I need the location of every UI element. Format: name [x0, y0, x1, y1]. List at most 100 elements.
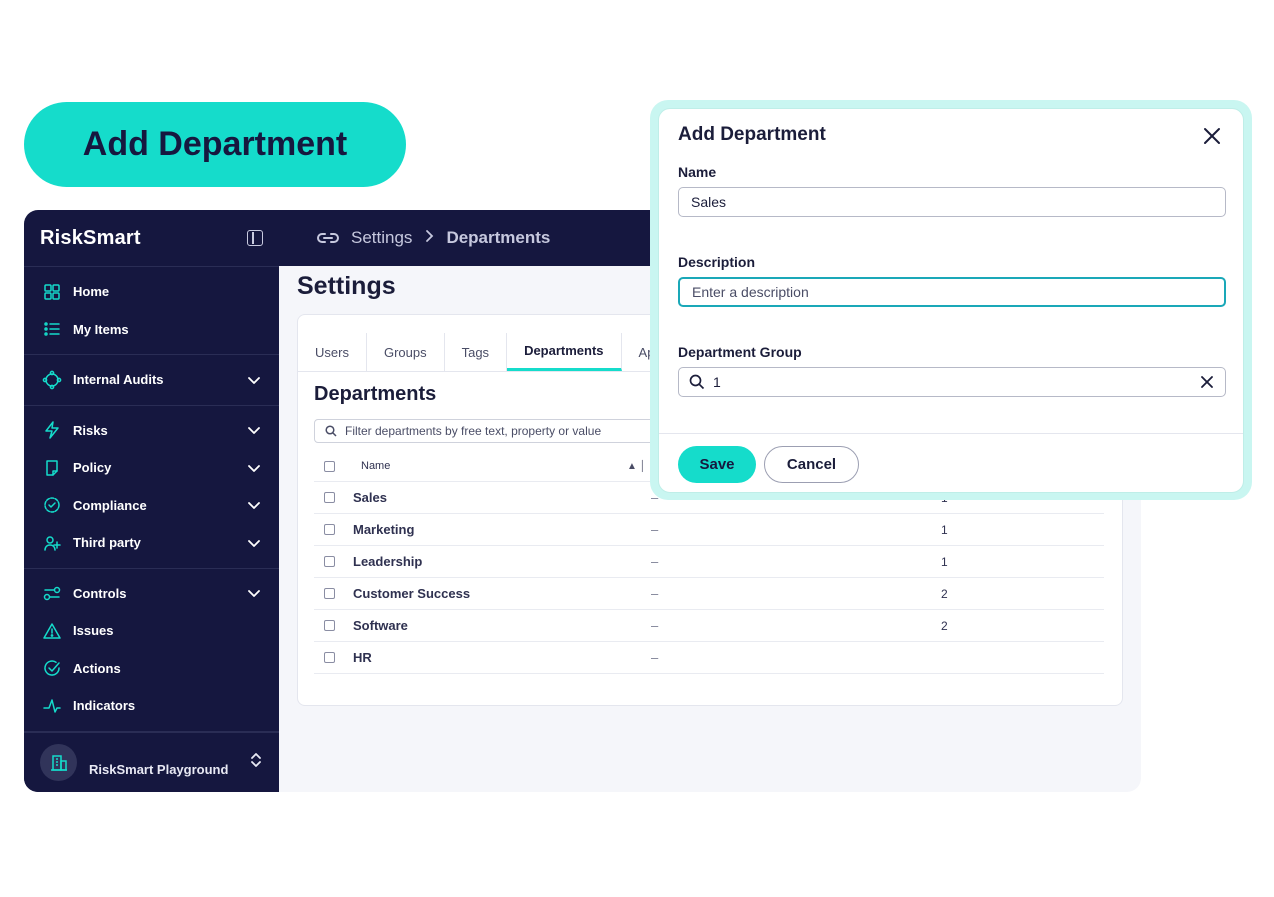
department-description: –: [651, 618, 659, 633]
sidebar-item-actions[interactable]: Actions: [24, 650, 279, 688]
audit-icon: [42, 370, 62, 390]
department-name[interactable]: Leadership: [353, 554, 651, 569]
department-name[interactable]: Marketing: [353, 522, 651, 537]
grid-icon: [42, 282, 62, 302]
sidebar-item-label: Risks: [73, 422, 108, 438]
check-badge-icon: [42, 495, 62, 515]
chevron-down-icon[interactable]: [247, 373, 261, 387]
sidebar-collapse-icon[interactable]: [247, 230, 263, 246]
headline-text: Add Department: [82, 125, 348, 163]
departments-title: Departments: [314, 383, 437, 405]
sidebar-item-label: Third party: [73, 535, 141, 551]
sidebar-item-label: Actions: [73, 660, 121, 676]
select-all-checkbox[interactable]: [324, 460, 335, 472]
chevron-right-icon: [424, 228, 434, 248]
breadcrumb-current: Departments: [446, 228, 551, 247]
row-checkbox[interactable]: [324, 620, 335, 631]
sidebar-item-compliance[interactable]: Compliance: [24, 487, 279, 525]
table-row[interactable]: Customer Success – 2: [314, 578, 1104, 610]
department-description: –: [651, 586, 659, 601]
tab-tags[interactable]: Tags: [445, 333, 508, 371]
cancel-button[interactable]: Cancel: [764, 446, 859, 483]
department-group-select[interactable]: 1: [678, 367, 1226, 397]
row-checkbox[interactable]: [324, 524, 335, 535]
sidebar-item-internal-audits[interactable]: Internal Audits: [24, 361, 279, 399]
sidebar-item-policy[interactable]: Policy: [24, 449, 279, 487]
sidebar-item-label: My Items: [73, 321, 129, 337]
sidebar-item-controls[interactable]: Controls: [24, 575, 279, 613]
row-checkbox[interactable]: [324, 492, 335, 503]
sidebar-item-label: Compliance: [73, 497, 147, 513]
tab-departments[interactable]: Departments: [507, 333, 622, 371]
org-switcher[interactable]: RiskSmart Playground: [24, 732, 279, 792]
warning-icon: [42, 621, 62, 641]
column-name[interactable]: Name: [353, 460, 627, 472]
pulse-icon: [42, 696, 62, 716]
sidebar-item-issues[interactable]: Issues: [24, 612, 279, 650]
tab-users[interactable]: Users: [298, 333, 367, 371]
name-label: Name: [678, 164, 717, 180]
department-count: 1: [941, 554, 948, 569]
description-label: Description: [678, 254, 756, 270]
department-count: 2: [941, 618, 948, 633]
department-name[interactable]: HR: [353, 650, 651, 665]
name-input[interactable]: [678, 187, 1226, 217]
department-count: 2: [941, 586, 948, 601]
nav-group: Home My Items: [24, 267, 279, 355]
department-name[interactable]: Software: [353, 618, 651, 633]
sidebar-item-label: Internal Audits: [73, 372, 164, 388]
chevron-down-icon[interactable]: [247, 461, 261, 475]
department-description: –: [651, 650, 659, 665]
search-icon: [325, 425, 337, 437]
chevron-up-down-icon: [249, 751, 263, 774]
chevron-down-icon[interactable]: [247, 423, 261, 437]
department-name[interactable]: Sales: [353, 490, 651, 505]
chevron-down-icon[interactable]: [247, 536, 261, 550]
sidebar-item-label: Indicators: [73, 698, 136, 714]
table-row[interactable]: Marketing – 1: [314, 514, 1104, 546]
building-icon: [40, 744, 77, 781]
sidebar-item-label: Issues: [73, 623, 114, 639]
chevron-down-icon[interactable]: [247, 498, 261, 512]
check-circle-icon: [42, 658, 62, 678]
table-row[interactable]: Software – 2: [314, 610, 1104, 642]
controls-icon: [42, 583, 62, 603]
link-icon: [315, 230, 341, 246]
clear-icon[interactable]: [1199, 374, 1215, 390]
sidebar-item-my-items[interactable]: My Items: [24, 311, 279, 349]
department-count: 1: [941, 522, 948, 537]
nav-group: Controls Issues Actions Indicators: [24, 569, 279, 732]
search-icon: [689, 374, 705, 390]
department-group-label: Department Group: [678, 344, 802, 360]
sidebar-item-home[interactable]: Home: [24, 273, 279, 311]
sidebar: RiskSmart Home My Items Internal Audits Ris…: [24, 210, 279, 792]
sidebar-header: RiskSmart: [24, 210, 279, 267]
brand-logo: RiskSmart: [40, 226, 141, 249]
sidebar-item-risks[interactable]: Risks: [24, 412, 279, 450]
sidebar-item-third-party[interactable]: Third party: [24, 524, 279, 562]
table-row[interactable]: HR –: [314, 642, 1104, 674]
nav-group: Risks Policy Compliance Third party: [24, 406, 279, 569]
chevron-down-icon[interactable]: [247, 586, 261, 600]
lightning-icon: [42, 420, 62, 440]
department-name[interactable]: Customer Success: [353, 586, 651, 601]
breadcrumb-parent[interactable]: Settings: [351, 228, 412, 248]
department-group-value: 1: [713, 374, 721, 390]
list-icon: [42, 319, 62, 339]
sidebar-item-indicators[interactable]: Indicators: [24, 687, 279, 725]
row-checkbox[interactable]: [324, 556, 335, 567]
save-button[interactable]: Save: [678, 446, 756, 483]
tab-groups[interactable]: Groups: [367, 333, 445, 371]
policy-icon: [42, 458, 62, 478]
row-checkbox[interactable]: [324, 652, 335, 663]
page-title: Settings: [297, 272, 396, 300]
row-checkbox[interactable]: [324, 588, 335, 599]
sidebar-nav: Home My Items Internal Audits Risks Policy Co…: [24, 267, 279, 732]
nav-group: Internal Audits: [24, 355, 279, 406]
modal-title: Add Department: [678, 124, 826, 145]
close-icon[interactable]: [1201, 125, 1223, 147]
sidebar-item-label: Home: [73, 284, 110, 300]
table-row[interactable]: Leadership – 1: [314, 546, 1104, 578]
description-input[interactable]: [678, 277, 1226, 307]
sidebar-item-label: Policy: [73, 460, 112, 476]
